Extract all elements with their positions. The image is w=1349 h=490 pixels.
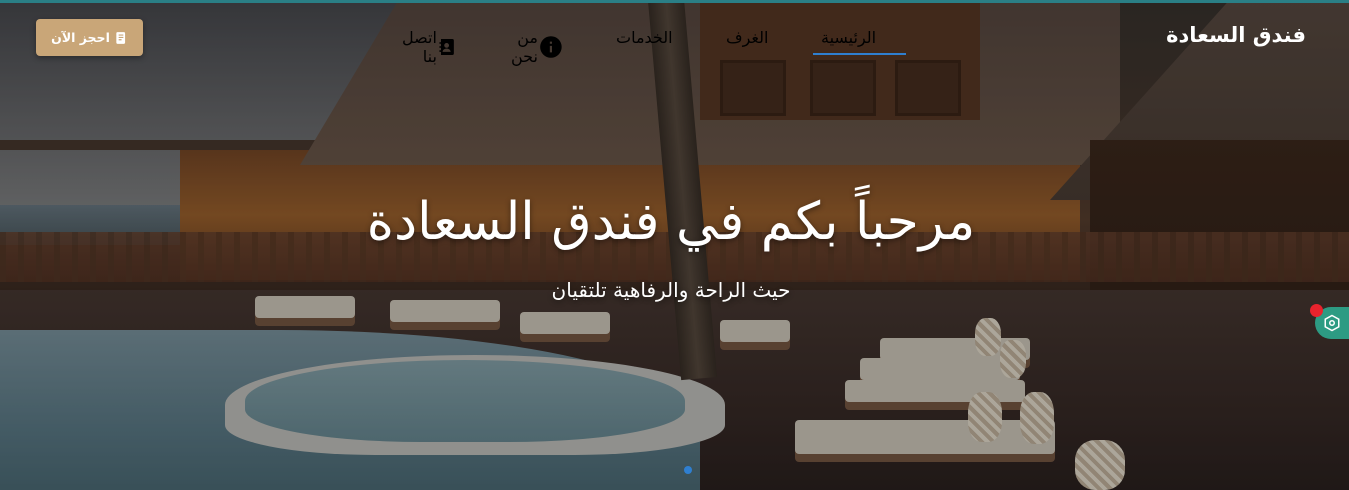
book-now-button[interactable]: احجز الآن [36,19,143,56]
nav-item-label: من نحن [511,28,538,66]
nav-item-about[interactable]: من نحن [511,28,564,66]
hexagon-settings-icon [1324,314,1340,332]
hero-subtitle: حيث الراحة والرفاهية تلتقيان [551,278,791,302]
info-icon [540,36,562,58]
brand-logo[interactable]: فندق السعادة [1166,23,1306,47]
nav-item-rooms[interactable]: الغرف [726,28,768,47]
nav-item-home[interactable]: الرئيسية [821,28,876,47]
nav-item-contact[interactable]: اتصل بنا [402,28,456,66]
navbar: فندق السعادة الرئيسية الغرف الخدمات من ن… [0,0,1349,70]
hero-section: فندق السعادة الرئيسية الغرف الخدمات من ن… [0,0,1349,490]
nav-item-label: الغرف [726,28,769,47]
nav-item-label: الرئيسية [821,28,877,47]
book-now-label: احجز الآن [51,30,110,45]
notification-dot [1310,304,1323,317]
hero-title: مرحباً بكم في فندق السعادة [366,192,976,252]
carousel-indicator[interactable] [684,466,692,474]
book-icon [116,31,125,44]
nav-item-label: الخدمات [616,28,673,47]
nav-item-label: اتصل بنا [402,28,437,66]
contact-book-icon [439,38,454,56]
nav-active-indicator [813,53,906,55]
nav-item-services[interactable]: الخدمات [616,28,673,47]
